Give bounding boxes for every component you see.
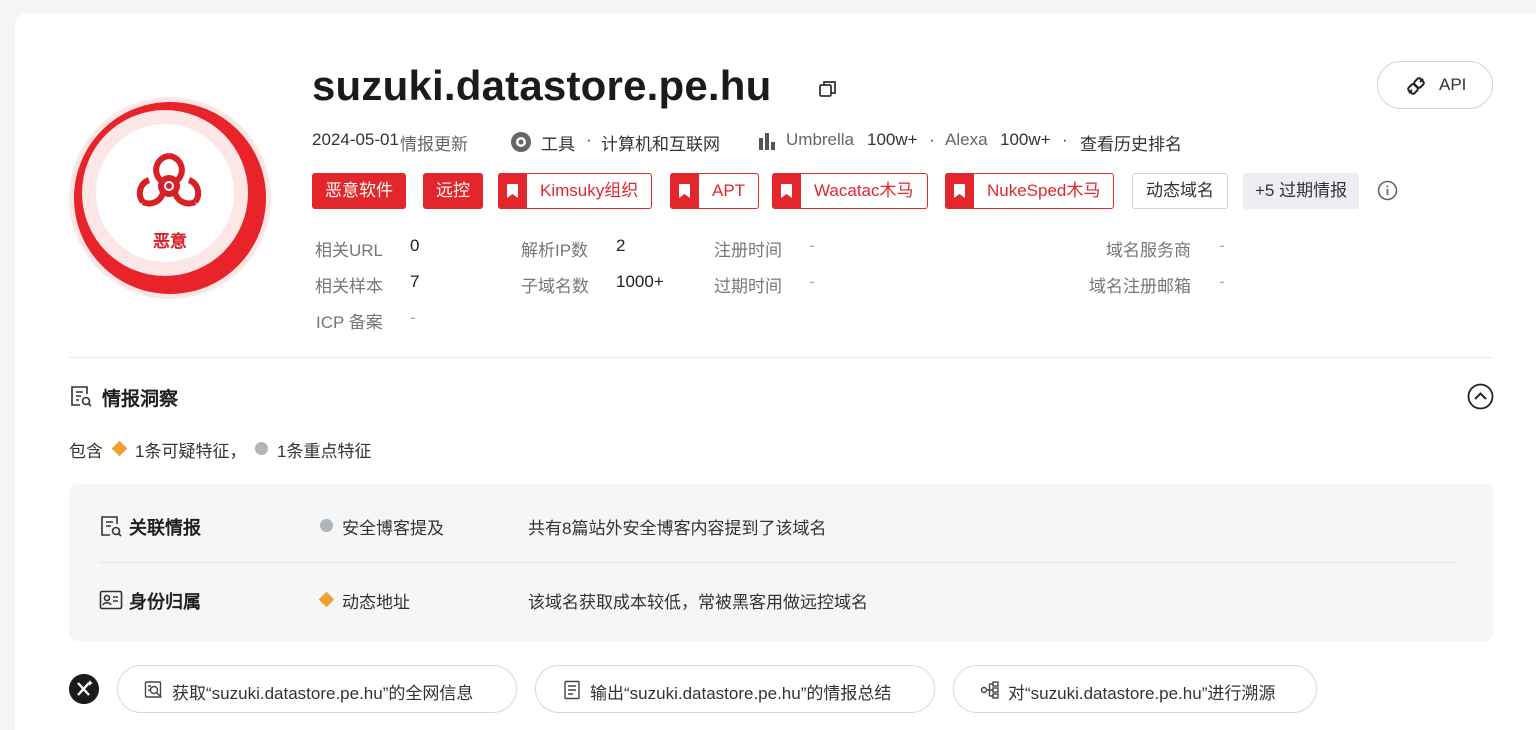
insight-doc-icon xyxy=(71,386,92,407)
related-sample-value[interactable]: 7 xyxy=(410,272,419,292)
summary-prefix: 包含 xyxy=(69,442,103,461)
expire-label: 过期时间 xyxy=(714,277,782,296)
ai-action-fetch-label: 获取“suzuki.datastore.pe.hu”的全网信息 xyxy=(172,684,474,703)
related-url-label: 相关URL xyxy=(315,241,384,260)
alexa-rank: 100w+ xyxy=(1000,130,1051,149)
icp-value: - xyxy=(410,308,416,327)
related-url-value[interactable]: 0 xyxy=(410,236,419,256)
row-desc-blog: 共有8篇站外安全博客内容提到了该域名 xyxy=(528,519,827,538)
verdict-label: 恶意 xyxy=(153,232,187,251)
row-title-identity: 身份归属 xyxy=(129,592,201,612)
subdomain-value[interactable]: 1000+ xyxy=(616,272,664,292)
resolved-ip-value[interactable]: 2 xyxy=(616,236,625,256)
category: 工具 xyxy=(541,135,575,154)
umbrella-label: Umbrella xyxy=(786,130,855,149)
ai-action-trace[interactable]: 对“suzuki.datastore.pe.hu”进行溯源 xyxy=(953,665,1317,713)
reg-time-label: 注册时间 xyxy=(714,241,782,260)
related-intel-icon xyxy=(101,516,122,537)
insight-row-divider xyxy=(99,562,1457,563)
summary-key: 1条重点特征 xyxy=(277,442,372,461)
row-feature-dynamic: 动态地址 xyxy=(342,593,410,612)
biohazard-icon xyxy=(136,153,202,207)
ai-assistant-icon xyxy=(69,674,99,704)
row-feature-blog: 安全博客提及 xyxy=(342,519,444,538)
tag-nukesped[interactable]: NukeSped木马 xyxy=(945,173,1115,209)
category-icon xyxy=(511,132,531,152)
umbrella-rank: 100w+ xyxy=(867,130,918,149)
related-sample-label: 相关样本 xyxy=(315,277,383,296)
summary-suspicious: 1条可疑特征， xyxy=(135,442,247,461)
tag-remote[interactable]: 远控 xyxy=(423,173,483,209)
copy-icon[interactable] xyxy=(818,79,838,99)
rank-chart-icon xyxy=(759,133,775,150)
info-icon[interactable] xyxy=(1377,180,1398,201)
reg-time-value: - xyxy=(809,236,815,255)
collapse-icon[interactable] xyxy=(1467,383,1494,410)
search-doc-icon xyxy=(144,681,162,698)
tag-malware[interactable]: 恶意软件 xyxy=(312,173,406,209)
api-label: API xyxy=(1439,75,1467,94)
domain-title: suzuki.datastore.pe.hu xyxy=(312,62,772,109)
bookmark-icon xyxy=(670,173,699,209)
tag-apt[interactable]: APT xyxy=(670,173,760,209)
reg-email-value: - xyxy=(1219,272,1225,291)
subcategory: 计算机和互联网 xyxy=(601,135,720,154)
section-divider xyxy=(69,357,1493,358)
history-rank-link[interactable]: 查看历史排名 xyxy=(1080,130,1182,155)
ai-action-fetch-info[interactable]: 获取“suzuki.datastore.pe.hu”的全网信息 xyxy=(117,665,517,713)
registrar-value: - xyxy=(1219,236,1225,255)
bookmark-icon xyxy=(498,173,527,209)
reg-email-label: 域名注册邮箱 xyxy=(1089,277,1191,296)
tag-wacatac[interactable]: Wacatac木马 xyxy=(772,173,928,209)
ai-action-summary[interactable]: 输出“suzuki.datastore.pe.hu”的情报总结 xyxy=(535,665,935,713)
expire-value: - xyxy=(809,272,815,291)
tag-kimsuky[interactable]: Kimsuky组织 xyxy=(498,173,653,209)
icp-label: ICP 备案 xyxy=(316,313,383,332)
key-dot-icon xyxy=(255,442,268,455)
feature-dot-icon xyxy=(320,519,333,532)
row-title-related: 关联情报 xyxy=(129,518,201,538)
bookmark-icon xyxy=(945,173,974,209)
bookmark-icon xyxy=(772,173,801,209)
registrar-label: 域名服务商 xyxy=(1106,241,1191,260)
subdomain-label: 子域名数 xyxy=(521,277,589,296)
ai-action-summary-label: 输出“suzuki.datastore.pe.hu”的情报总结 xyxy=(590,684,892,703)
trace-tree-icon xyxy=(980,681,999,699)
tag-more-expired[interactable]: +5 过期情报 xyxy=(1243,173,1360,209)
resolved-ip-label: 解析IP数 xyxy=(521,241,589,260)
insight-title: 情报洞察 xyxy=(102,389,179,410)
alexa-label: Alexa xyxy=(945,130,988,149)
tag-dynamic-domain[interactable]: 动态域名 xyxy=(1132,173,1228,209)
update-label: 情报更新 xyxy=(400,135,468,154)
update-date: 2024-05-01 xyxy=(312,130,399,149)
row-desc-dynamic: 该域名获取成本较低，常被黑客用做远控域名 xyxy=(528,593,868,612)
identity-card-icon xyxy=(99,590,123,610)
link-icon xyxy=(1407,77,1425,95)
api-button[interactable]: API xyxy=(1377,61,1493,109)
document-icon xyxy=(564,680,580,700)
ai-action-trace-label: 对“suzuki.datastore.pe.hu”进行溯源 xyxy=(1008,684,1276,703)
